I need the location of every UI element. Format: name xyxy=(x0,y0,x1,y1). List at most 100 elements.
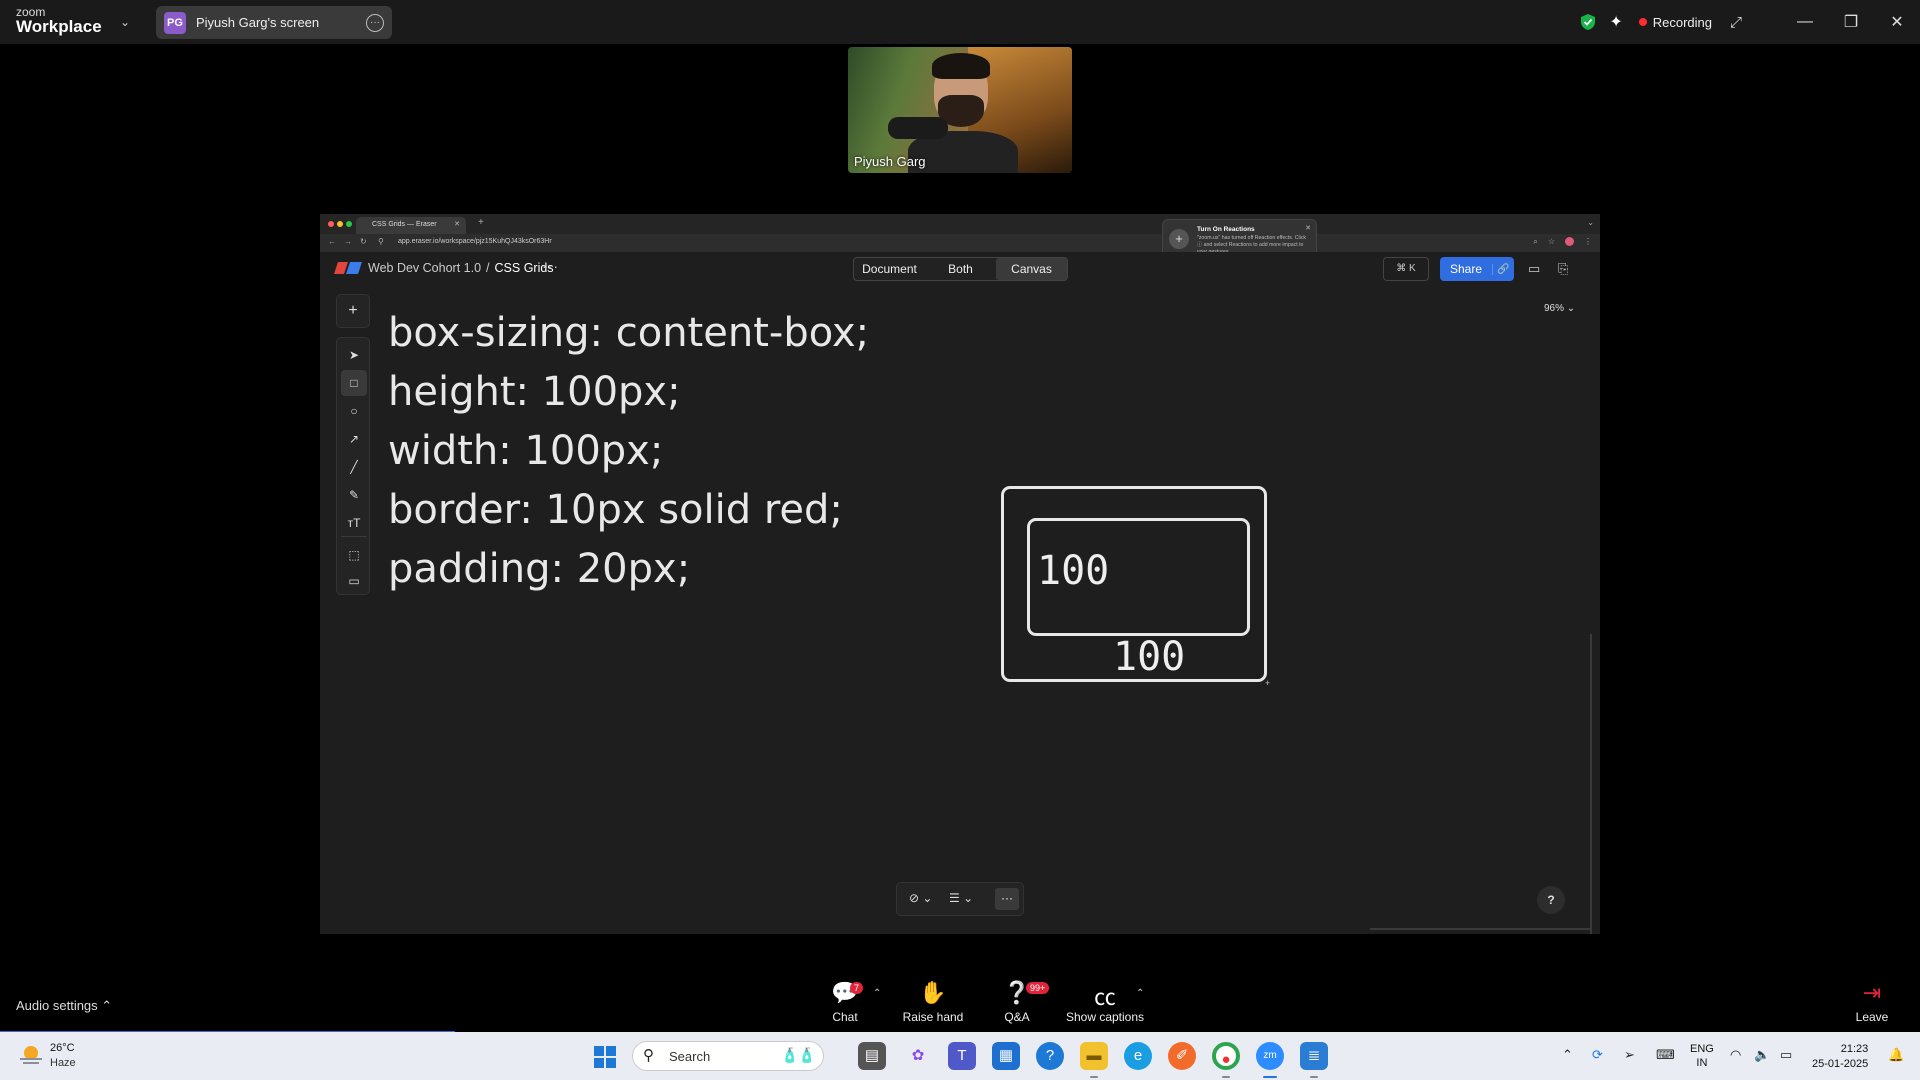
weather-condition[interactable]: Haze xyxy=(50,1057,76,1069)
tab-document[interactable]: Document xyxy=(854,258,925,280)
arrow-tool-icon[interactable]: ↗ xyxy=(341,426,367,452)
task-view-icon[interactable]: ▤ xyxy=(858,1042,886,1070)
rectangle-tool-icon[interactable]: □ xyxy=(341,370,367,396)
line-tool-icon[interactable]: ╱ xyxy=(341,454,367,480)
ellipse-tool-icon[interactable]: ○ xyxy=(341,398,367,424)
horizontal-scrollbar[interactable] xyxy=(1370,928,1590,930)
eraser-logo-icon[interactable] xyxy=(334,262,362,274)
clock[interactable]: 21:23 25-01-2025 xyxy=(1812,1042,1868,1072)
notification-bell-icon[interactable]: 🔔 xyxy=(1888,1047,1904,1063)
ai-companion-icon[interactable]: ✦ xyxy=(1609,12,1622,32)
comment-tool-icon[interactable]: ▭ xyxy=(341,568,367,594)
volume-icon[interactable]: 🔈 xyxy=(1754,1047,1770,1063)
sync-icon[interactable]: ⟳ xyxy=(1592,1047,1603,1063)
forward-icon[interactable]: → xyxy=(344,237,352,246)
windows-start-icon[interactable] xyxy=(594,1046,616,1068)
pen-tool-icon[interactable]: ✎ xyxy=(341,482,367,508)
edge-icon[interactable]: e xyxy=(1124,1042,1152,1070)
recording-label[interactable]: Recording xyxy=(1653,15,1712,30)
chat-button[interactable]: 💬 Chat 7 xyxy=(800,980,890,1024)
back-icon[interactable]: ← xyxy=(328,237,336,246)
participant-video[interactable]: Piyush Garg xyxy=(848,47,1072,173)
close-tab-icon[interactable]: ✕ xyxy=(454,220,460,228)
keyboard-icon[interactable]: ⌨ xyxy=(1656,1047,1675,1063)
close-window-dot[interactable] xyxy=(328,221,334,227)
temperature[interactable]: 26°C xyxy=(50,1042,75,1054)
file-explorer-icon[interactable]: ▬ xyxy=(1080,1042,1108,1070)
tab-search-icon[interactable]: ⌄ xyxy=(1587,218,1594,227)
weather-haze-icon[interactable] xyxy=(18,1044,44,1066)
chevron-down-icon[interactable]: ⌄ xyxy=(120,15,130,29)
notepad-icon[interactable]: ≣ xyxy=(1300,1042,1328,1070)
tab-both[interactable]: Both xyxy=(925,258,996,280)
raise-hand-button[interactable]: ✋ Raise hand xyxy=(888,980,978,1024)
maximize-window-dot[interactable] xyxy=(346,221,352,227)
export-icon[interactable]: ⎘ xyxy=(1558,261,1568,277)
add-shape-button[interactable]: + xyxy=(336,294,370,328)
audio-settings-button[interactable]: Audio settings ⌃ xyxy=(16,998,112,1014)
reload-icon[interactable]: ↻ xyxy=(360,237,367,246)
qa-button[interactable]: ❔ Q&A 99+ xyxy=(972,980,1062,1024)
chat-options-chevron-icon[interactable]: ⌃ xyxy=(873,988,881,999)
tray-chevron-up-icon[interactable]: ⌃ xyxy=(1562,1047,1573,1063)
minimize-window-dot[interactable] xyxy=(337,221,343,227)
profile-avatar[interactable] xyxy=(1565,237,1574,246)
fullscreen-icon[interactable]: ⤢ xyxy=(1730,14,1742,31)
chrome-icon[interactable]: ● xyxy=(1212,1042,1240,1070)
inner-box-label[interactable]: 100 xyxy=(1037,548,1109,594)
tab-canvas[interactable]: Canvas xyxy=(996,258,1067,280)
shared-screen[interactable]: CSS Grids — Eraser ✕ + ⌄ ← → ↻ ⚲ app.era… xyxy=(320,214,1600,934)
close-icon[interactable]: ✕ xyxy=(1305,224,1311,232)
canvas-text-line[interactable]: width: 100px; xyxy=(388,428,663,474)
resize-handle-icon[interactable]: + xyxy=(1265,678,1270,688)
copy-link-icon[interactable]: 🔗 xyxy=(1492,263,1514,275)
wifi-icon[interactable]: ◠ xyxy=(1730,1047,1741,1063)
outer-box-label[interactable]: 100 xyxy=(1113,634,1185,680)
breadcrumb-parent[interactable]: Web Dev Cohort 1.0 xyxy=(368,261,481,275)
canvas-text-line[interactable]: height: 100px; xyxy=(388,369,681,415)
zoom-magnifier-icon[interactable]: ⌕ xyxy=(1533,237,1537,247)
browser-menu-icon[interactable]: ⋮ xyxy=(1584,237,1592,247)
restore-button[interactable]: ❐ xyxy=(1828,12,1874,32)
bookmark-star-icon[interactable]: ☆ xyxy=(1548,237,1555,247)
more-options-icon[interactable]: ··· xyxy=(366,13,384,32)
help-button[interactable]: ? xyxy=(1537,886,1565,914)
taskbar-search[interactable]: ⚲ Search 🧴🧴 xyxy=(632,1041,824,1071)
align-dropdown-icon[interactable]: ☰ ⌄ xyxy=(949,891,973,905)
command-palette-button[interactable]: ⌘ K xyxy=(1383,257,1429,281)
close-button[interactable]: ✕ xyxy=(1874,12,1920,32)
style-dropdown-icon[interactable]: ⊘ ⌄ xyxy=(909,891,932,905)
vertical-scrollbar[interactable] xyxy=(1590,634,1592,934)
zoom-workplace-logo[interactable]: zoom Workplace xyxy=(16,6,102,36)
shield-check-icon[interactable] xyxy=(1579,13,1597,31)
more-options-icon[interactable]: ··· xyxy=(995,888,1019,910)
help-icon[interactable]: ? xyxy=(1036,1042,1064,1070)
browser-tab[interactable]: CSS Grids — Eraser ✕ xyxy=(356,217,466,234)
minimize-button[interactable]: — xyxy=(1782,13,1828,31)
copilot-icon[interactable]: ✿ xyxy=(904,1042,932,1070)
send-icon[interactable]: ➢ xyxy=(1624,1047,1635,1063)
zoom-app-icon[interactable]: zm xyxy=(1256,1042,1284,1070)
zoom-level-dropdown[interactable]: 96% ⌄ xyxy=(1544,303,1575,314)
share-button[interactable]: Share 🔗 xyxy=(1440,257,1514,281)
canvas-text-line[interactable]: border: 10px solid red; xyxy=(388,487,843,533)
store-icon[interactable]: ▦ xyxy=(992,1042,1020,1070)
url-field[interactable]: app.eraser.io/workspace/pjz15KuhQJ43ksOr… xyxy=(398,238,552,245)
language-indicator[interactable]: ENG IN xyxy=(1690,1042,1714,1070)
captions-options-chevron-icon[interactable]: ⌃ xyxy=(1136,988,1144,999)
site-info-icon[interactable]: ⚲ xyxy=(378,237,384,246)
frame-tool-icon[interactable]: ⬚ xyxy=(341,542,367,568)
teams-icon[interactable]: T xyxy=(948,1042,976,1070)
canvas-text-line[interactable]: box-sizing: content-box; xyxy=(388,310,869,356)
battery-icon[interactable]: ▭ xyxy=(1780,1047,1792,1063)
file-menu-icon[interactable]: ··· xyxy=(542,258,559,274)
screen-share-indicator[interactable]: PG Piyush Garg's screen ··· xyxy=(156,6,392,39)
show-captions-button[interactable]: ㏄ Show captions xyxy=(1060,980,1150,1024)
new-tab-icon[interactable]: + xyxy=(478,217,484,228)
text-tool-icon[interactable]: ᴛT xyxy=(341,510,367,536)
leave-button[interactable]: ⇥ Leave xyxy=(1852,980,1892,1024)
canvas-text-line[interactable]: padding: 20px; xyxy=(388,546,690,592)
swift-icon[interactable]: ✐ xyxy=(1168,1042,1196,1070)
select-tool-icon[interactable]: ➤ xyxy=(341,342,367,368)
comments-icon[interactable]: ▭ xyxy=(1528,261,1540,277)
